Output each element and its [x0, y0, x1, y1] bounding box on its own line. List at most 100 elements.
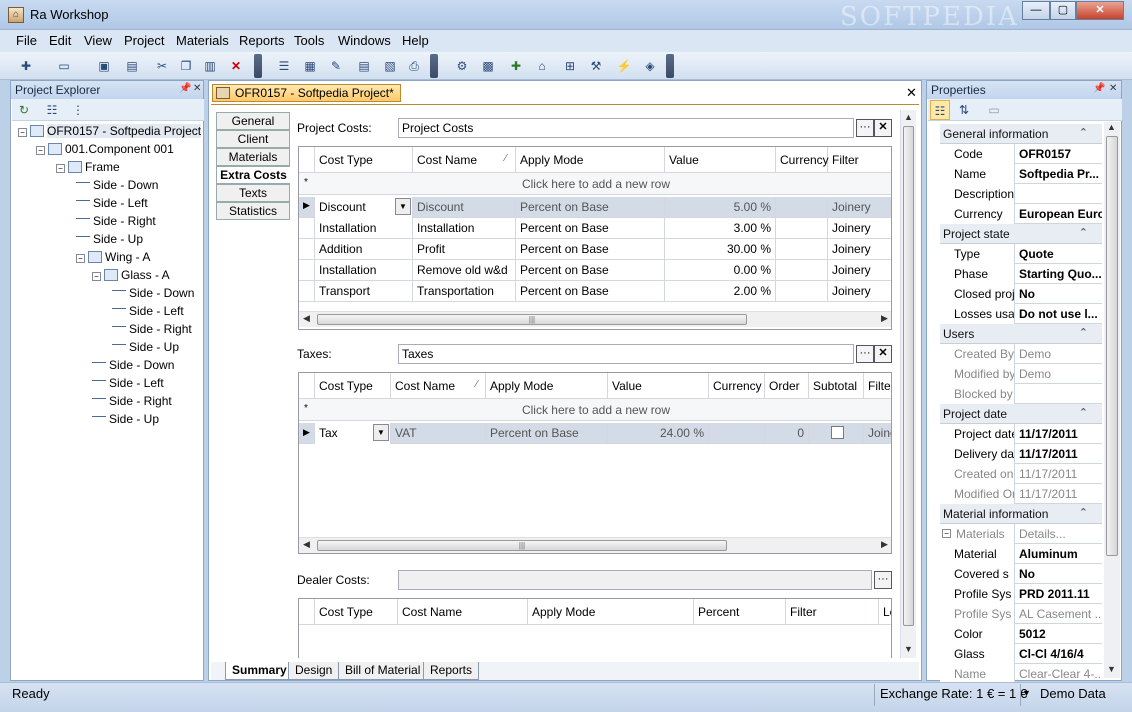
collapse-icon[interactable]: − [18, 128, 27, 137]
home-icon[interactable]: ⌂ [532, 56, 552, 76]
property-row[interactable]: Name Clear-Clear 4-... [940, 664, 1102, 684]
property-row[interactable]: Losses usag Do not use l... [940, 304, 1102, 324]
menu-tools[interactable]: Tools [294, 33, 324, 48]
project-costs-field[interactable]: Project Costs [398, 118, 854, 138]
document-icon[interactable]: ▦ [300, 56, 320, 76]
cell-type[interactable]: Installation [315, 218, 413, 239]
add-row[interactable]: Click here to add a new row [299, 399, 891, 421]
tab-design[interactable]: Design [288, 662, 340, 680]
add-folder-icon[interactable]: ✚ [506, 56, 526, 76]
close-panel-icon[interactable]: ✕ [193, 83, 201, 94]
col-cost-type[interactable]: Cost Type [315, 599, 398, 625]
cell-filter[interactable]: Joine [864, 423, 891, 444]
cell-value[interactable]: 3.00 % [665, 218, 776, 239]
tools-icon[interactable]: ⚒ [586, 56, 606, 76]
property-value[interactable]: Cl-Cl 4/16/4 [1016, 644, 1102, 664]
property-value[interactable] [1016, 184, 1102, 204]
property-row[interactable]: Phase Starting Quo... [940, 264, 1102, 284]
scroll-right-icon[interactable]: ▶ [881, 539, 888, 550]
property-row[interactable]: Currency European Euro [940, 204, 1102, 224]
dealer-costs-field[interactable] [398, 570, 872, 590]
property-row[interactable]: Delivery dat 11/17/2011 [940, 444, 1102, 464]
property-row[interactable]: Blocked by [940, 384, 1102, 404]
cell-value[interactable]: 5.00 % [665, 197, 776, 218]
hscroll-thumb[interactable]: ||| [317, 314, 747, 325]
property-row[interactable]: Profile Sys PRD 2011.11 [940, 584, 1102, 604]
property-value[interactable]: No [1016, 564, 1102, 584]
calculate-icon[interactable]: ⚙ [452, 56, 472, 76]
cell-mode[interactable]: Percent on Base [516, 218, 665, 239]
cell-type[interactable]: Discount ▼ [315, 197, 413, 218]
document-tab[interactable]: OFR0157 - Softpedia Project* [212, 84, 401, 102]
cell-name[interactable]: Discount [413, 197, 516, 218]
cell-name[interactable]: Installation [413, 218, 516, 239]
cell-cost-name[interactable]: VAT [391, 423, 486, 444]
table-row[interactable]: Transport Transportation Percent on Base 2.… [299, 281, 891, 302]
cell-filter[interactable]: Joinery [828, 218, 891, 239]
tab-bill-of-material[interactable]: Bill of Material [338, 662, 428, 680]
cell-cost-type[interactable]: Tax ▼ [315, 423, 391, 444]
cell-currency[interactable] [776, 260, 828, 281]
property-value[interactable]: Softpedia Pr... [1016, 164, 1102, 184]
paste-icon[interactable]: ▥ [200, 56, 220, 76]
collapse-chevron-icon[interactable]: ⌃ [1079, 406, 1088, 419]
cell-name[interactable]: Profit [413, 239, 516, 260]
property-value[interactable]: European Euro [1016, 204, 1102, 224]
tree-node[interactable]: − Frame [56, 160, 120, 174]
tree-node[interactable]: − 001.Component 001 [36, 142, 174, 156]
list-view-icon[interactable]: ☷ [42, 100, 62, 120]
maximize-button[interactable]: ▢ [1050, 1, 1076, 20]
property-row[interactable]: Type Quote [940, 244, 1102, 264]
tree-node[interactable]: Side - Left [76, 196, 148, 210]
col-cost-name[interactable]: Cost Name [391, 373, 486, 399]
property-value[interactable]: 11/17/2011 [1016, 464, 1102, 484]
property-row[interactable]: Project date 11/17/2011 [940, 424, 1102, 444]
property-value[interactable]: Quote [1016, 244, 1102, 264]
property-value[interactable]: Aluminum [1016, 544, 1102, 564]
cell-value[interactable]: 30.00 % [665, 239, 776, 260]
cell-mode[interactable]: Percent on Base [516, 281, 665, 302]
property-value[interactable]: Starting Quo... [1016, 264, 1102, 284]
col-value[interactable]: Value [608, 373, 709, 399]
col-currency[interactable]: Currency [709, 373, 765, 399]
property-row[interactable]: Name Softpedia Pr... [940, 164, 1102, 184]
cell-value[interactable]: 2.00 % [665, 281, 776, 302]
add-row[interactable]: Click here to add a new row [299, 173, 891, 195]
property-row[interactable]: Glass Cl-Cl 4/16/4 [940, 644, 1102, 664]
table-row[interactable]: Installation Remove old w&d Percent on Bas… [299, 260, 891, 281]
scroll-left-icon[interactable]: ◀ [303, 313, 310, 324]
cell-filter[interactable]: Joinery [828, 281, 891, 302]
property-row[interactable]: Profile Sys AL Casement ... [940, 604, 1102, 624]
col-value[interactable]: Value [665, 147, 776, 173]
cell-apply-mode[interactable]: Percent on Base [486, 423, 608, 444]
open-icon[interactable]: ▭ [54, 56, 74, 76]
collapse-icon[interactable]: − [76, 254, 85, 263]
copy-icon[interactable]: ❐ [176, 56, 196, 76]
side-tab-extra-costs[interactable]: Extra Costs [216, 166, 290, 184]
side-tab-client[interactable]: Client [216, 130, 290, 148]
menu-reports[interactable]: Reports [239, 33, 285, 48]
table-row[interactable]: ▶ Tax ▼ VAT Percent on Base 24.00 % 0 Joi… [299, 423, 891, 444]
col-apply-mode[interactable]: Apply Mode [528, 599, 694, 625]
tree-node[interactable]: Side - Up [76, 232, 143, 246]
property-value[interactable]: Demo [1016, 344, 1102, 364]
property-category[interactable]: Material information ⌃ [940, 504, 1102, 524]
browse-dealer-costs-button[interactable]: ··· [874, 571, 892, 589]
col-apply-mode[interactable]: Apply Mode [516, 147, 665, 173]
edit-document-icon[interactable]: ✎ [326, 56, 346, 76]
property-value[interactable]: 11/17/2011 [1016, 424, 1102, 444]
property-row[interactable]: Modified On 11/17/2011 [940, 484, 1102, 504]
property-value[interactable]: 11/17/2011 [1016, 444, 1102, 464]
cell-order[interactable]: 0 [765, 423, 809, 444]
side-tab-statistics[interactable]: Statistics [216, 202, 290, 220]
tree-node[interactable]: Side - Down [92, 358, 174, 372]
menu-materials[interactable]: Materials [176, 33, 229, 48]
menu-edit[interactable]: Edit [49, 33, 71, 48]
refresh-icon[interactable]: ↻ [14, 100, 34, 120]
subtotal-checkbox[interactable] [831, 426, 844, 439]
network-icon[interactable]: ⊞ [560, 56, 580, 76]
property-row[interactable]: Closed proje No [940, 284, 1102, 304]
hscroll-thumb[interactable]: ||| [317, 540, 727, 551]
cell-type[interactable]: Installation [315, 260, 413, 281]
property-value[interactable]: Demo [1016, 364, 1102, 384]
